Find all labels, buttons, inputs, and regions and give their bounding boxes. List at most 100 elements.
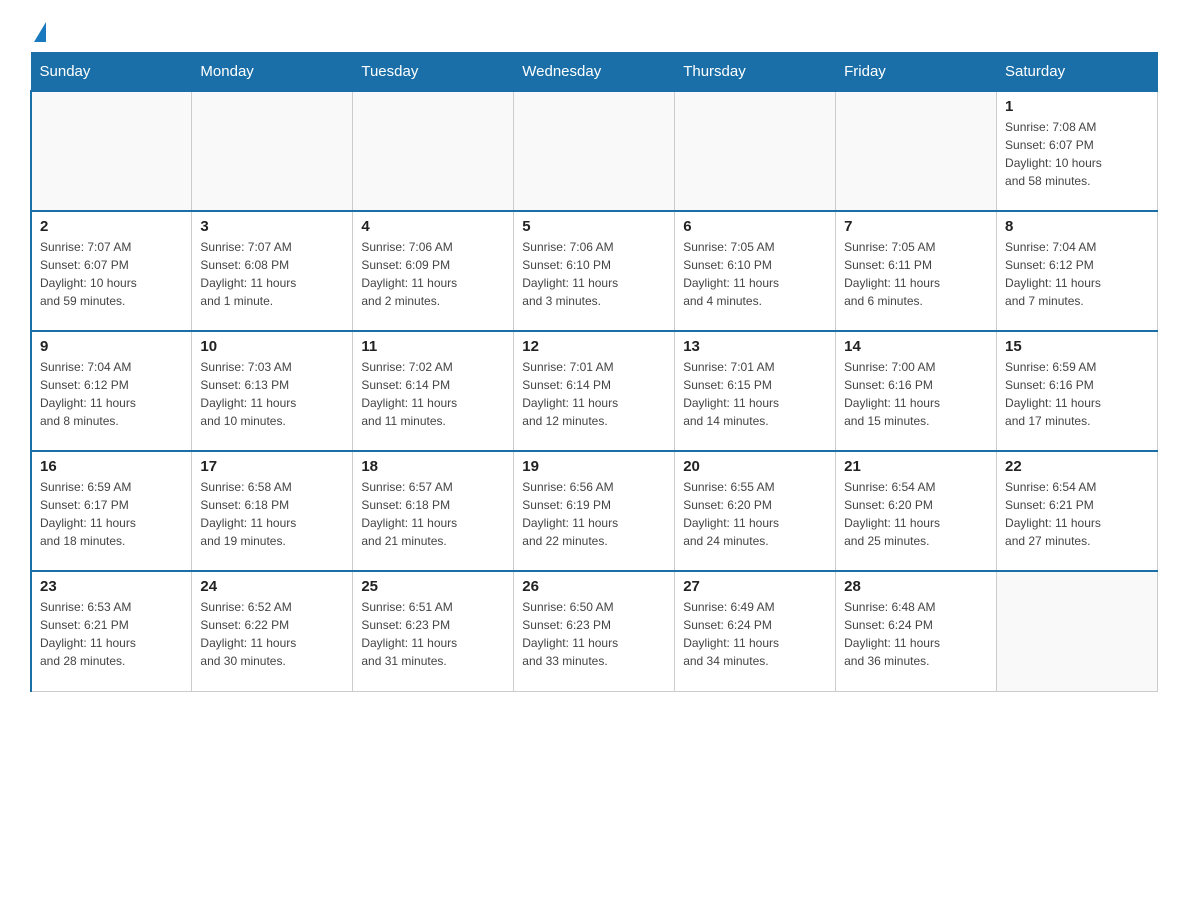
day-number: 25 [361,578,505,595]
day-number: 17 [200,458,344,475]
calendar-day-cell: 6 Sunrise: 7:05 AMSunset: 6:10 PMDaylight… [675,211,836,331]
calendar-week-row: 1 Sunrise: 7:08 AMSunset: 6:07 PMDaylight… [31,91,1158,211]
day-number: 7 [844,218,988,235]
day-info: Sunrise: 6:59 AMSunset: 6:16 PMDaylight:… [1005,358,1149,430]
day-number: 28 [844,578,988,595]
day-of-week-header: Tuesday [353,53,514,92]
calendar-day-cell: 7 Sunrise: 7:05 AMSunset: 6:11 PMDaylight… [836,211,997,331]
calendar-day-cell: 13 Sunrise: 7:01 AMSunset: 6:15 PMDayligh… [675,331,836,451]
logo [30,20,46,42]
calendar-day-cell: 16 Sunrise: 6:59 AMSunset: 6:17 PMDayligh… [31,451,192,571]
day-number: 11 [361,338,505,355]
day-info: Sunrise: 7:01 AMSunset: 6:15 PMDaylight:… [683,358,827,430]
page-header [30,20,1158,42]
calendar-header-row: SundayMondayTuesdayWednesdayThursdayFrid… [31,53,1158,92]
day-info: Sunrise: 6:54 AMSunset: 6:21 PMDaylight:… [1005,478,1149,550]
calendar-day-cell: 23 Sunrise: 6:53 AMSunset: 6:21 PMDayligh… [31,571,192,691]
day-info: Sunrise: 7:07 AMSunset: 6:07 PMDaylight:… [40,238,183,310]
calendar-day-cell: 26 Sunrise: 6:50 AMSunset: 6:23 PMDayligh… [514,571,675,691]
day-info: Sunrise: 7:04 AMSunset: 6:12 PMDaylight:… [1005,238,1149,310]
day-number: 3 [200,218,344,235]
calendar-day-cell [836,91,997,211]
day-number: 8 [1005,218,1149,235]
calendar-day-cell: 1 Sunrise: 7:08 AMSunset: 6:07 PMDaylight… [997,91,1158,211]
calendar-day-cell [31,91,192,211]
calendar-day-cell: 8 Sunrise: 7:04 AMSunset: 6:12 PMDaylight… [997,211,1158,331]
day-number: 2 [40,218,183,235]
day-info: Sunrise: 6:58 AMSunset: 6:18 PMDaylight:… [200,478,344,550]
day-number: 14 [844,338,988,355]
calendar-day-cell: 25 Sunrise: 6:51 AMSunset: 6:23 PMDayligh… [353,571,514,691]
calendar-day-cell: 27 Sunrise: 6:49 AMSunset: 6:24 PMDayligh… [675,571,836,691]
day-number: 16 [40,458,183,475]
calendar-day-cell: 11 Sunrise: 7:02 AMSunset: 6:14 PMDayligh… [353,331,514,451]
day-info: Sunrise: 7:00 AMSunset: 6:16 PMDaylight:… [844,358,988,430]
day-of-week-header: Friday [836,53,997,92]
day-info: Sunrise: 6:51 AMSunset: 6:23 PMDaylight:… [361,598,505,670]
day-info: Sunrise: 7:05 AMSunset: 6:11 PMDaylight:… [844,238,988,310]
calendar-week-row: 2 Sunrise: 7:07 AMSunset: 6:07 PMDaylight… [31,211,1158,331]
day-of-week-header: Sunday [31,53,192,92]
calendar-day-cell: 19 Sunrise: 6:56 AMSunset: 6:19 PMDayligh… [514,451,675,571]
day-number: 9 [40,338,183,355]
calendar-day-cell: 24 Sunrise: 6:52 AMSunset: 6:22 PMDayligh… [192,571,353,691]
day-info: Sunrise: 6:53 AMSunset: 6:21 PMDaylight:… [40,598,183,670]
day-number: 26 [522,578,666,595]
day-info: Sunrise: 7:03 AMSunset: 6:13 PMDaylight:… [200,358,344,430]
calendar-day-cell: 14 Sunrise: 7:00 AMSunset: 6:16 PMDayligh… [836,331,997,451]
day-info: Sunrise: 6:56 AMSunset: 6:19 PMDaylight:… [522,478,666,550]
day-of-week-header: Saturday [997,53,1158,92]
calendar-day-cell [675,91,836,211]
calendar-day-cell: 18Sunrise: 6:57 AMSunset: 6:18 PMDayligh… [353,451,514,571]
day-info: Sunrise: 7:01 AMSunset: 6:14 PMDaylight:… [522,358,666,430]
logo-triangle-icon [34,22,46,42]
day-of-week-header: Wednesday [514,53,675,92]
day-info: Sunrise: 7:07 AMSunset: 6:08 PMDaylight:… [200,238,344,310]
day-number: 24 [200,578,344,595]
day-number: 1 [1005,98,1149,115]
calendar-day-cell: 21 Sunrise: 6:54 AMSunset: 6:20 PMDayligh… [836,451,997,571]
calendar-day-cell: 12 Sunrise: 7:01 AMSunset: 6:14 PMDayligh… [514,331,675,451]
day-number: 21 [844,458,988,475]
day-info: Sunrise: 6:55 AMSunset: 6:20 PMDaylight:… [683,478,827,550]
calendar-day-cell: 28 Sunrise: 6:48 AMSunset: 6:24 PMDayligh… [836,571,997,691]
day-info: Sunrise: 6:52 AMSunset: 6:22 PMDaylight:… [200,598,344,670]
day-info: Sunrise: 6:48 AMSunset: 6:24 PMDaylight:… [844,598,988,670]
calendar-day-cell [353,91,514,211]
day-info: Sunrise: 7:02 AMSunset: 6:14 PMDaylight:… [361,358,505,430]
calendar-day-cell: 4 Sunrise: 7:06 AMSunset: 6:09 PMDaylight… [353,211,514,331]
day-number: 13 [683,338,827,355]
calendar-table: SundayMondayTuesdayWednesdayThursdayFrid… [30,52,1158,692]
day-number: 18 [361,458,505,475]
calendar-week-row: 23 Sunrise: 6:53 AMSunset: 6:21 PMDayligh… [31,571,1158,691]
day-info: Sunrise: 6:54 AMSunset: 6:20 PMDaylight:… [844,478,988,550]
day-info: Sunrise: 6:50 AMSunset: 6:23 PMDaylight:… [522,598,666,670]
calendar-day-cell: 15 Sunrise: 6:59 AMSunset: 6:16 PMDayligh… [997,331,1158,451]
calendar-day-cell: 2 Sunrise: 7:07 AMSunset: 6:07 PMDaylight… [31,211,192,331]
day-number: 15 [1005,338,1149,355]
calendar-day-cell [514,91,675,211]
day-info: Sunrise: 6:49 AMSunset: 6:24 PMDaylight:… [683,598,827,670]
day-number: 22 [1005,458,1149,475]
day-info: Sunrise: 7:06 AMSunset: 6:09 PMDaylight:… [361,238,505,310]
day-number: 4 [361,218,505,235]
day-info: Sunrise: 6:59 AMSunset: 6:17 PMDaylight:… [40,478,183,550]
day-info: Sunrise: 7:05 AMSunset: 6:10 PMDaylight:… [683,238,827,310]
day-of-week-header: Thursday [675,53,836,92]
calendar-day-cell: 20Sunrise: 6:55 AMSunset: 6:20 PMDayligh… [675,451,836,571]
day-number: 12 [522,338,666,355]
calendar-day-cell: 10Sunrise: 7:03 AMSunset: 6:13 PMDayligh… [192,331,353,451]
day-number: 19 [522,458,666,475]
calendar-day-cell: 22 Sunrise: 6:54 AMSunset: 6:21 PMDayligh… [997,451,1158,571]
calendar-day-cell: 17 Sunrise: 6:58 AMSunset: 6:18 PMDayligh… [192,451,353,571]
day-number: 6 [683,218,827,235]
calendar-day-cell: 9 Sunrise: 7:04 AMSunset: 6:12 PMDaylight… [31,331,192,451]
calendar-day-cell [997,571,1158,691]
day-number: 27 [683,578,827,595]
calendar-day-cell: 3 Sunrise: 7:07 AMSunset: 6:08 PMDaylight… [192,211,353,331]
calendar-week-row: 9 Sunrise: 7:04 AMSunset: 6:12 PMDaylight… [31,331,1158,451]
day-number: 23 [40,578,183,595]
calendar-week-row: 16 Sunrise: 6:59 AMSunset: 6:17 PMDayligh… [31,451,1158,571]
day-info: Sunrise: 7:04 AMSunset: 6:12 PMDaylight:… [40,358,183,430]
day-info: Sunrise: 7:08 AMSunset: 6:07 PMDaylight:… [1005,118,1149,190]
